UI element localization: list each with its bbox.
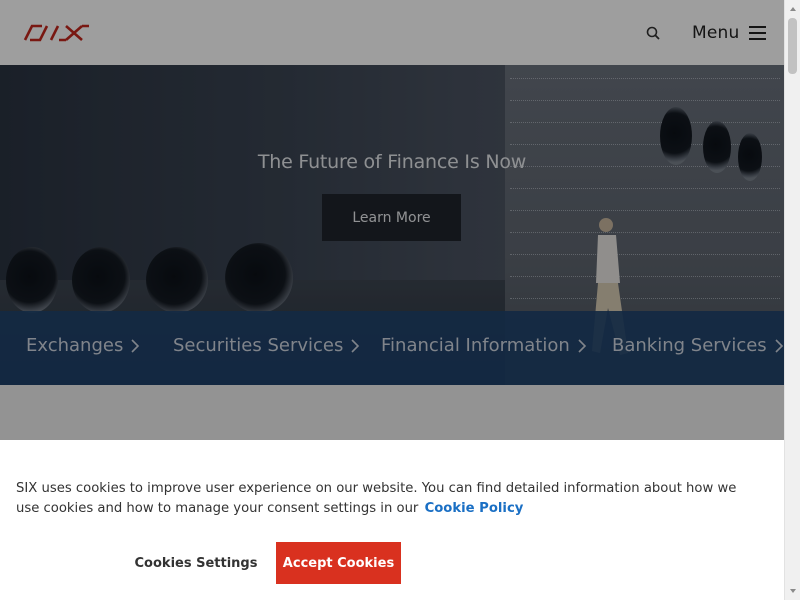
cookie-text: SIX uses cookies to improve user experie… [16,481,737,516]
cookie-banner: SIX uses cookies to improve user experie… [0,440,784,600]
cookie-policy-link[interactable]: Cookie Policy [425,501,524,516]
accept-cookies-button[interactable]: Accept Cookies [276,542,401,584]
scroll-down-arrow-icon[interactable] [788,586,798,596]
modal-backdrop [0,0,784,440]
scroll-up-arrow-icon[interactable] [788,4,798,14]
cookie-message: SIX uses cookies to improve user experie… [16,479,756,519]
page-scrollbar[interactable] [784,0,800,600]
cookies-settings-button[interactable]: Cookies Settings [130,542,262,584]
scrollbar-thumb[interactable] [788,18,797,74]
